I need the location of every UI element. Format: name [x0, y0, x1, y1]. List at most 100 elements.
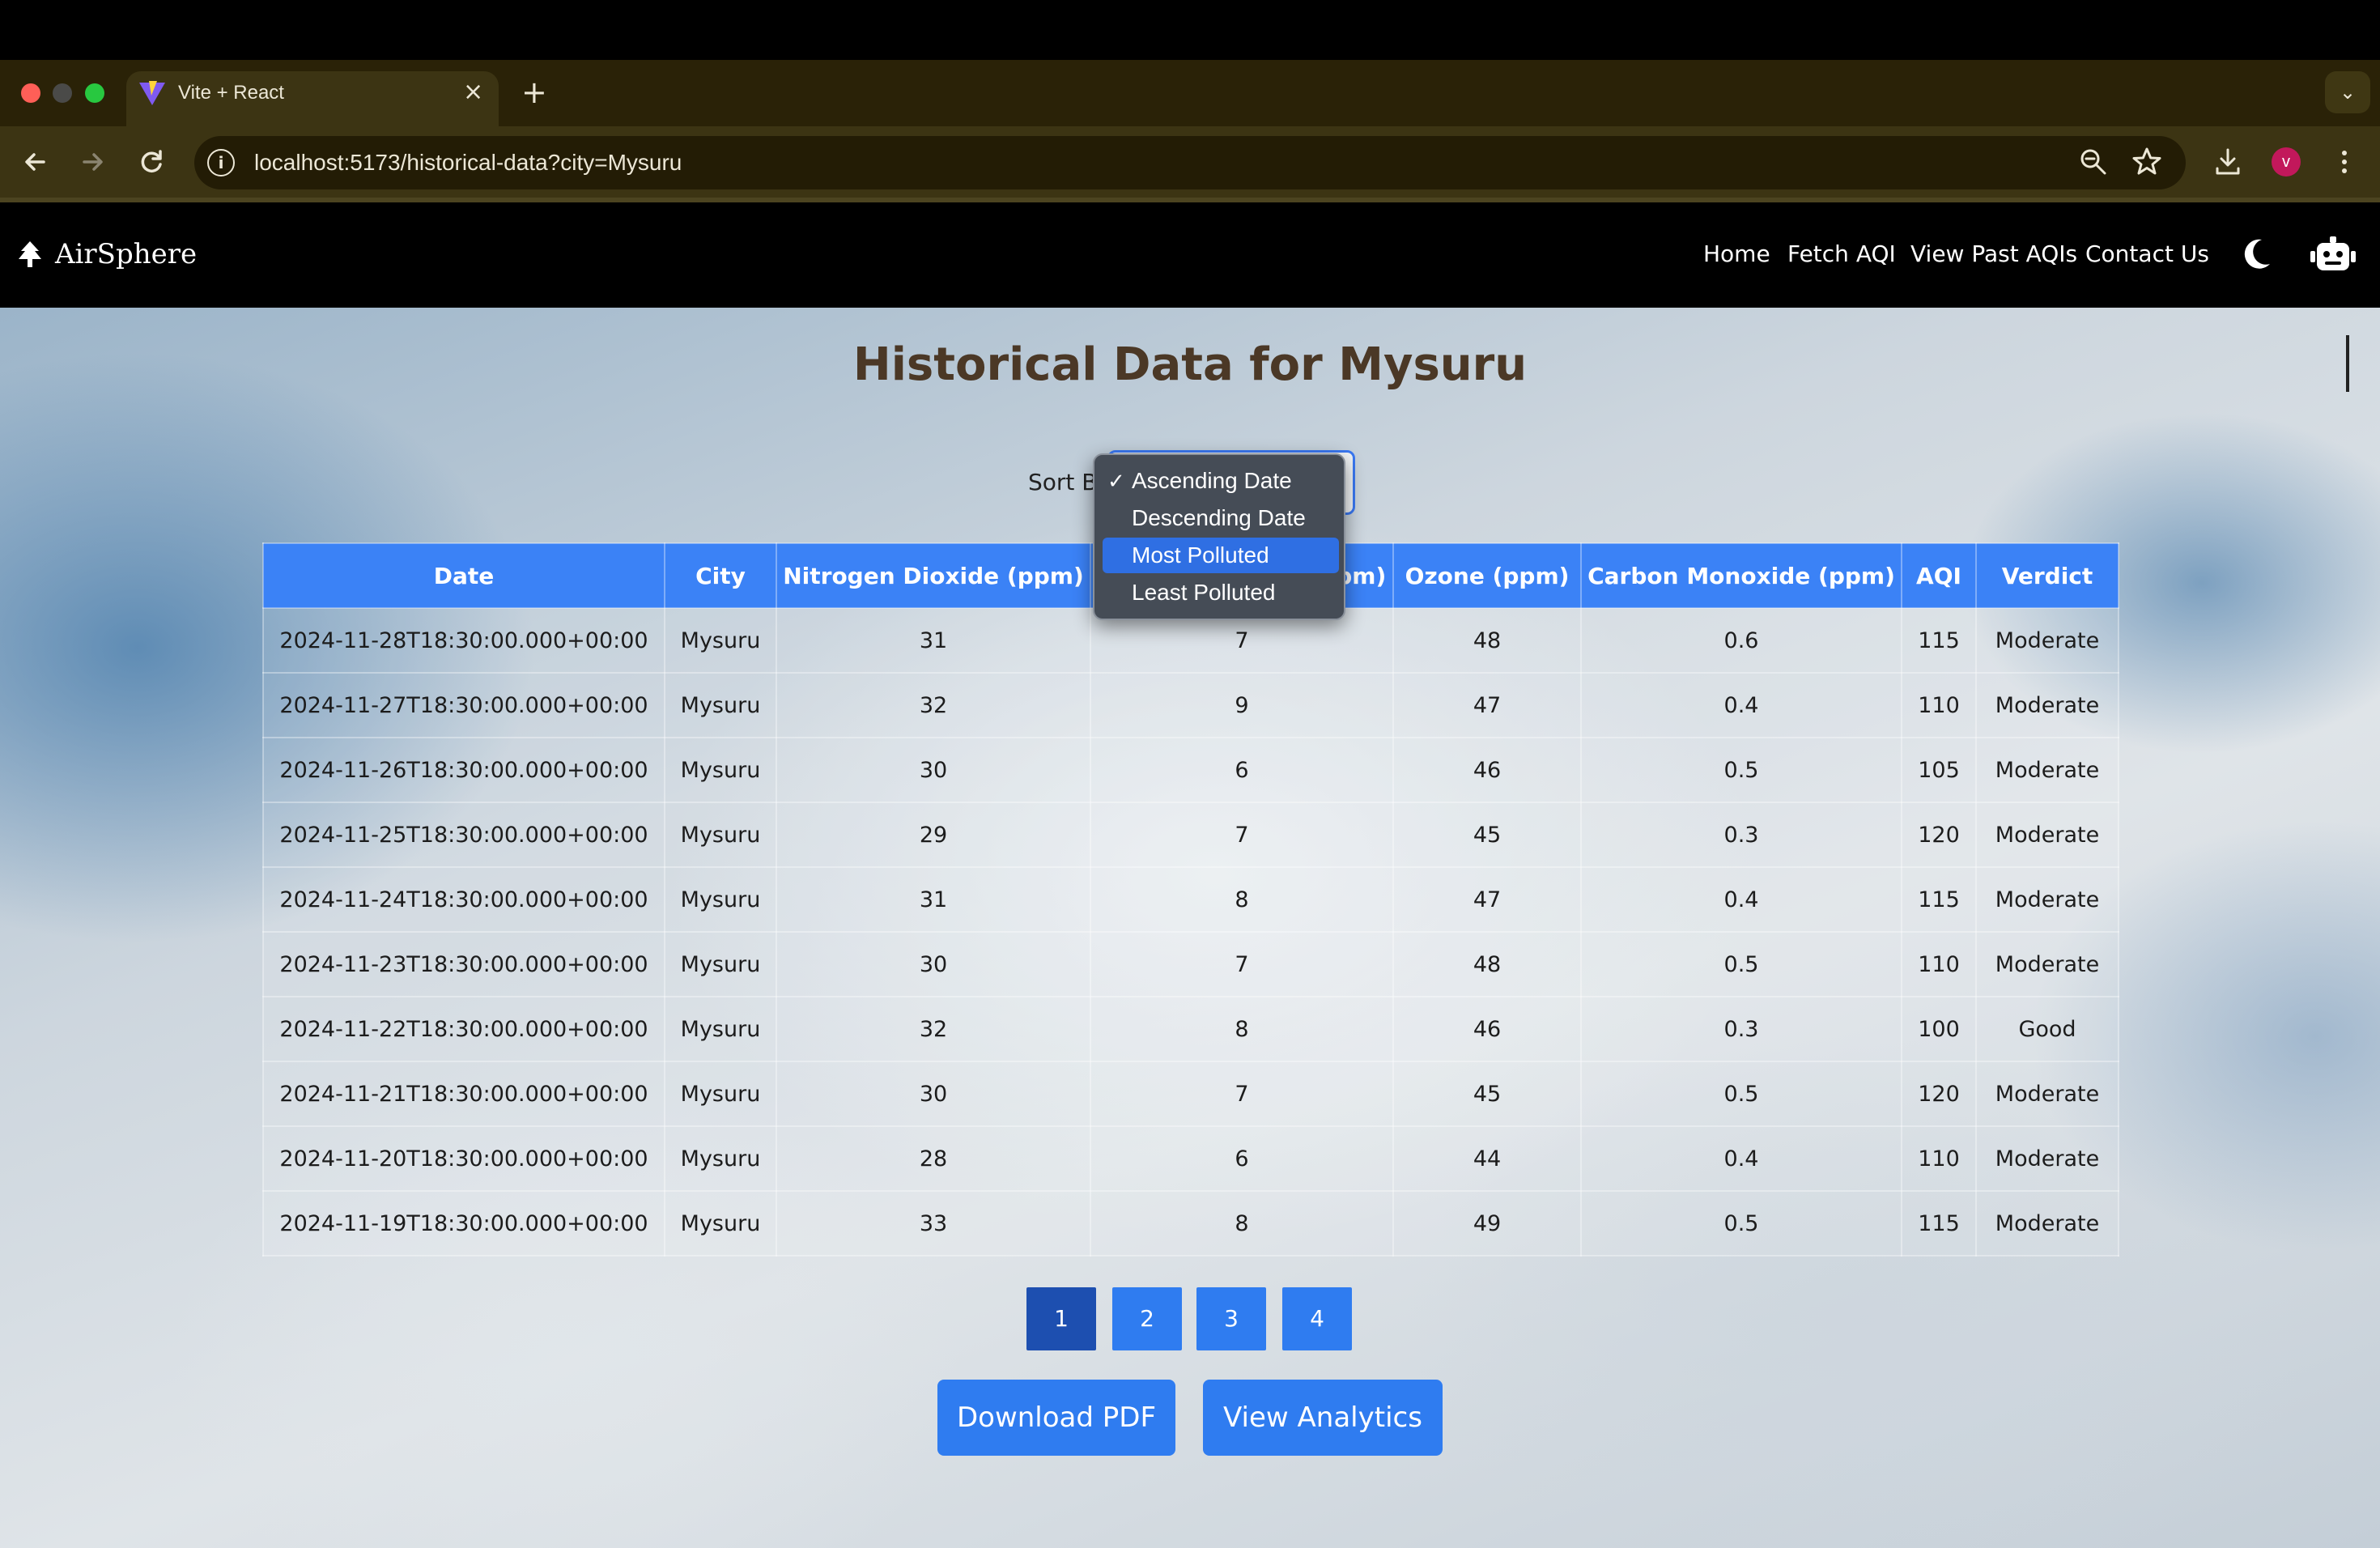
cell-so2: 7 — [1090, 931, 1394, 997]
cell-no2: 28 — [776, 1125, 1091, 1192]
tab-search-chevron-icon[interactable]: ⌄ — [2325, 71, 2370, 113]
table-row: 2024-11-21T18:30:00.000+00:00 Mysuru 30 7 45… — [262, 1061, 2119, 1127]
page-button-3[interactable]: 3 — [1196, 1287, 1266, 1350]
cell-so2: 9 — [1090, 672, 1394, 738]
cell-city: Mysuru — [664, 1190, 777, 1257]
window-zoom-button[interactable] — [85, 83, 104, 103]
chatbot-robot-icon[interactable] — [2310, 235, 2356, 274]
url-text[interactable]: localhost:5173/historical-data?city=Mysu… — [254, 147, 682, 178]
cell-city: Mysuru — [664, 866, 777, 933]
cell-ozone: 48 — [1392, 931, 1582, 997]
cell-date: 2024-11-23T18:30:00.000+00:00 — [262, 931, 665, 997]
cell-so2: 7 — [1090, 1061, 1394, 1127]
back-icon[interactable] — [18, 144, 53, 180]
cell-verdict: Moderate — [1975, 931, 2119, 997]
cell-co: 0.4 — [1580, 1125, 1902, 1192]
cell-verdict: Moderate — [1975, 802, 2119, 868]
cell-no2: 33 — [776, 1190, 1091, 1257]
page-button-4[interactable]: 4 — [1282, 1287, 1352, 1350]
vite-favicon-icon — [139, 81, 165, 105]
cell-date: 2024-11-27T18:30:00.000+00:00 — [262, 672, 665, 738]
cell-ozone: 49 — [1392, 1190, 1582, 1257]
historical-data-table: Date City Nitrogen Dioxide (ppm) Sulphur… — [262, 542, 2119, 1257]
sort-option-most-polluted[interactable]: Most Polluted — [1103, 538, 1339, 573]
cell-city: Mysuru — [664, 931, 777, 997]
table-body: 2024-11-28T18:30:00.000+00:00 Mysuru 31 7 48… — [262, 607, 2119, 1257]
cell-aqi: 110 — [1901, 931, 1977, 997]
cell-ozone: 48 — [1392, 607, 1582, 674]
download-icon[interactable] — [2212, 146, 2244, 178]
table-row: 2024-11-19T18:30:00.000+00:00 Mysuru 33 8 49… — [262, 1190, 2119, 1257]
cell-verdict: Moderate — [1975, 1061, 2119, 1127]
cell-no2: 32 — [776, 996, 1091, 1062]
cell-ozone: 44 — [1392, 1125, 1582, 1192]
nav-fetch-aqi-link[interactable]: Fetch AQI — [1787, 240, 1896, 269]
cell-no2: 31 — [776, 607, 1091, 674]
bookmark-star-icon[interactable] — [2131, 146, 2163, 178]
header-co: Carbon Monoxide (ppm) — [1580, 542, 1902, 609]
cell-city: Mysuru — [664, 607, 777, 674]
cell-verdict: Moderate — [1975, 737, 2119, 803]
sort-option-ascending-date[interactable]: ✓ Ascending Date — [1103, 463, 1339, 499]
cell-date: 2024-11-25T18:30:00.000+00:00 — [262, 802, 665, 868]
site-info-icon[interactable]: i — [207, 149, 235, 176]
page-button-1[interactable]: 1 — [1026, 1287, 1096, 1350]
cell-verdict: Moderate — [1975, 1125, 2119, 1192]
zoom-icon[interactable] — [2077, 146, 2110, 178]
table-row: 2024-11-25T18:30:00.000+00:00 Mysuru 29 7 45… — [262, 802, 2119, 868]
cell-co: 0.5 — [1580, 1190, 1902, 1257]
window-minimize-button[interactable] — [53, 83, 72, 103]
cell-co: 0.5 — [1580, 931, 1902, 997]
window-close-button[interactable] — [21, 83, 40, 103]
download-pdf-button[interactable]: Download PDF — [937, 1380, 1175, 1456]
system-top-bar — [0, 0, 2380, 60]
new-tab-icon[interactable]: + — [521, 74, 547, 110]
more-icon[interactable] — [2328, 146, 2361, 178]
cell-aqi: 115 — [1901, 866, 1977, 933]
cell-so2: 6 — [1090, 1125, 1394, 1192]
profile-avatar[interactable]: v — [2272, 147, 2301, 176]
cell-city: Mysuru — [664, 737, 777, 803]
cell-date: 2024-11-19T18:30:00.000+00:00 — [262, 1190, 665, 1257]
cell-city: Mysuru — [664, 672, 777, 738]
cell-date: 2024-11-21T18:30:00.000+00:00 — [262, 1061, 665, 1127]
nav-contact-us-link[interactable]: Contact Us — [2085, 240, 2209, 269]
cell-aqi: 100 — [1901, 996, 1977, 1062]
table-row: 2024-11-20T18:30:00.000+00:00 Mysuru 28 6 44… — [262, 1125, 2119, 1192]
table-row: 2024-11-27T18:30:00.000+00:00 Mysuru 32 9 47… — [262, 672, 2119, 738]
cell-no2: 31 — [776, 866, 1091, 933]
view-analytics-button[interactable]: View Analytics — [1203, 1380, 1443, 1456]
cell-date: 2024-11-24T18:30:00.000+00:00 — [262, 866, 665, 933]
cell-co: 0.5 — [1580, 1061, 1902, 1127]
cell-co: 0.4 — [1580, 866, 1902, 933]
brand-name[interactable]: AirSphere — [55, 236, 197, 272]
cell-no2: 30 — [776, 737, 1091, 803]
cell-so2: 7 — [1090, 802, 1394, 868]
sort-option-least-polluted[interactable]: Least Polluted — [1103, 575, 1339, 610]
sort-option-descending-date[interactable]: Descending Date — [1103, 500, 1339, 536]
cell-no2: 30 — [776, 931, 1091, 997]
cell-verdict: Moderate — [1975, 1190, 2119, 1257]
forward-icon[interactable] — [74, 144, 110, 180]
dark-mode-moon-icon[interactable] — [2241, 236, 2273, 272]
cell-co: 0.3 — [1580, 996, 1902, 1062]
page-button-2[interactable]: 2 — [1112, 1287, 1182, 1350]
cell-date: 2024-11-22T18:30:00.000+00:00 — [262, 996, 665, 1062]
cell-so2: 8 — [1090, 1190, 1394, 1257]
nav-view-past-aqis-link[interactable]: View Past AQIs — [1910, 240, 2077, 269]
tab-close-icon[interactable]: × — [463, 78, 483, 107]
cell-city: Mysuru — [664, 1125, 777, 1192]
option-label: Least Polluted — [1132, 580, 1276, 605]
cell-no2: 29 — [776, 802, 1091, 868]
nav-home-link[interactable]: Home — [1703, 240, 1770, 269]
cell-so2: 8 — [1090, 866, 1394, 933]
cell-so2: 6 — [1090, 737, 1394, 803]
cell-aqi: 110 — [1901, 1125, 1977, 1192]
cell-aqi: 105 — [1901, 737, 1977, 803]
option-label: Most Polluted — [1132, 542, 1269, 568]
checkmark-icon: ✓ — [1107, 469, 1125, 493]
reload-icon[interactable] — [134, 144, 170, 180]
sort-dropdown-menu: ✓ Ascending Date Descending Date Most Po… — [1093, 453, 1345, 620]
cell-co: 0.6 — [1580, 607, 1902, 674]
header-no2: Nitrogen Dioxide (ppm) — [776, 542, 1091, 609]
